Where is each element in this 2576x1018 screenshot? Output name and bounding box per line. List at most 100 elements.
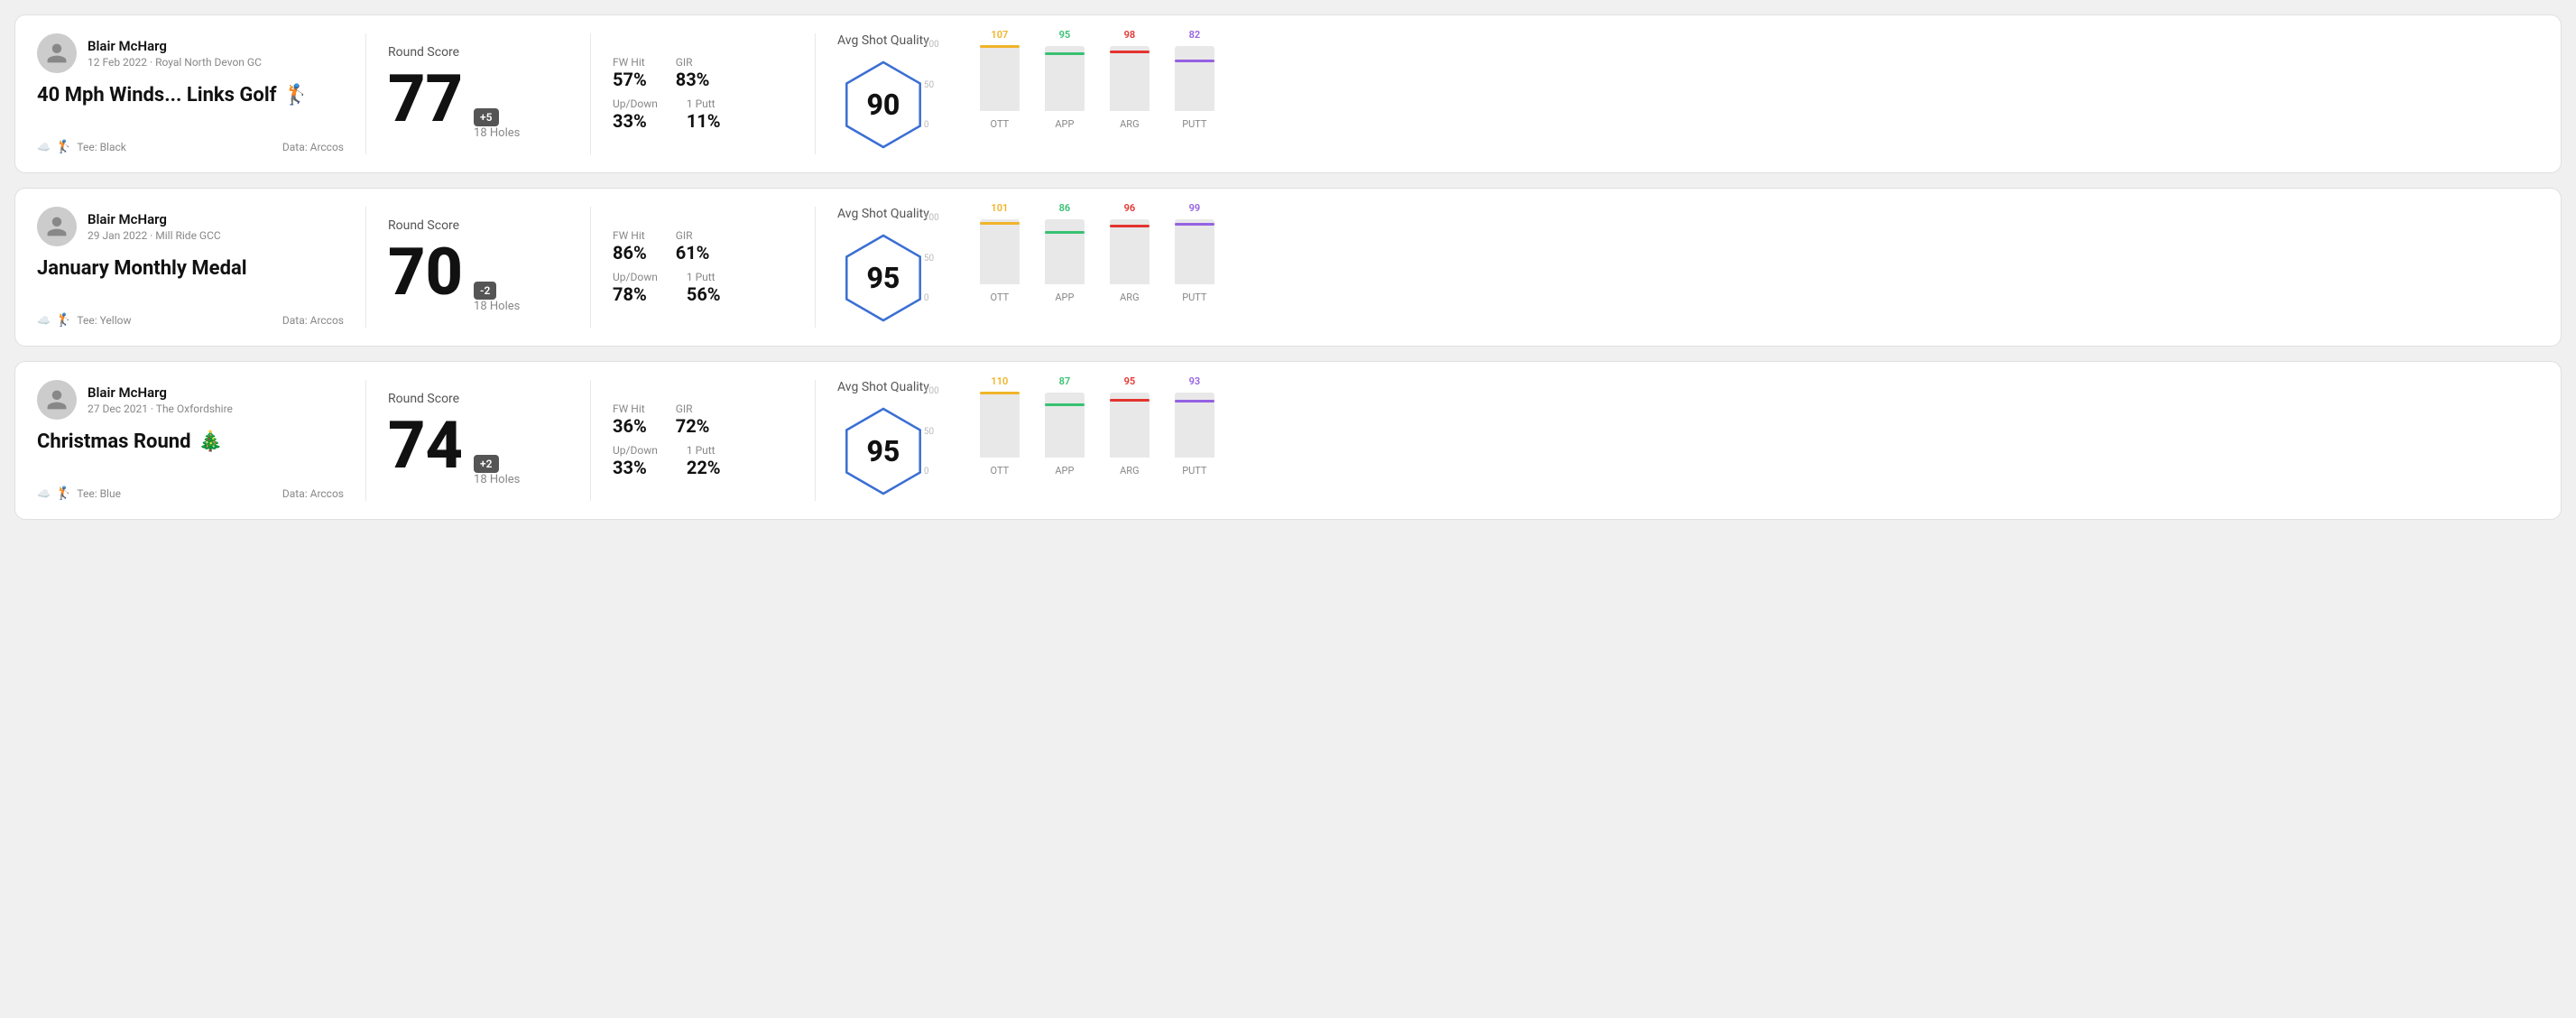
fw-hit-value: 86% — [613, 242, 647, 264]
stats-section: FW Hit 36% GIR 72% Up/Down 33% 1 Putt — [613, 380, 793, 501]
footer-info: ☁️ 🏌 Tee: Yellow Data: Arccos — [37, 313, 344, 328]
bar-label-putt: PUTT — [1182, 292, 1206, 303]
stat-oneputt: 1 Putt 56% — [687, 271, 721, 305]
divider-3 — [815, 380, 816, 501]
stats-row-1: FW Hit 57% GIR 83% — [613, 56, 793, 90]
quality-score: 95 — [866, 261, 900, 295]
score-section: Round Score 77 +5 18 Holes — [388, 33, 568, 154]
bar-value-ott: 107 — [991, 29, 1008, 41]
stat-gir: GIR 72% — [676, 403, 710, 437]
user-details: Blair McHarg 27 Dec 2021 · The Oxfordshi… — [88, 384, 233, 415]
stats-row-2: Up/Down 33% 1 Putt 22% — [613, 444, 793, 478]
divider-1 — [365, 207, 366, 328]
updown-label: Up/Down — [613, 97, 658, 110]
bar-value-ott: 110 — [991, 375, 1008, 387]
oneputt-label: 1 Putt — [687, 97, 721, 110]
bar-wrapper-ott — [980, 219, 1020, 284]
bar-wrapper-app — [1045, 393, 1085, 458]
quality-section: Avg Shot Quality 95 100 50 0 101 — [837, 207, 2539, 328]
round-title: 40 Mph Winds... Links Golf 🏌️ — [37, 84, 344, 106]
quality-label: Avg Shot Quality — [837, 207, 929, 221]
bar-wrapper-arg — [1110, 393, 1150, 458]
updown-value: 33% — [613, 457, 658, 478]
avatar-icon — [45, 388, 69, 412]
bag-icon: 🏌 — [56, 140, 71, 154]
user-info: Blair McHarg 27 Dec 2021 · The Oxfordshi… — [37, 380, 344, 420]
footer-info: ☁️ 🏌 Tee: Black Data: Arccos — [37, 140, 344, 154]
footer-info: ☁️ 🏌 Tee: Blue Data: Arccos — [37, 486, 344, 501]
bar-chart: 110 OTT 87 APP 95 — [980, 386, 2539, 495]
bar-value-arg: 96 — [1124, 202, 1136, 214]
bar-group-arg: 98 ARG — [1110, 29, 1150, 130]
bar-wrapper-putt — [1175, 393, 1214, 458]
round-card-1: Blair McHarg 12 Feb 2022 · Royal North D… — [14, 14, 2562, 173]
user-info: Blair McHarg 29 Jan 2022 · Mill Ride GCC — [37, 207, 344, 246]
quality-label: Avg Shot Quality — [837, 380, 929, 394]
score-label: Round Score — [388, 392, 568, 406]
fw-hit-label: FW Hit — [613, 229, 647, 242]
stats-section: FW Hit 86% GIR 61% Up/Down 78% 1 Putt — [613, 207, 793, 328]
stat-fw-hit: FW Hit 36% — [613, 403, 647, 437]
stat-updown: Up/Down 33% — [613, 444, 658, 478]
updown-label: Up/Down — [613, 444, 658, 457]
user-details: Blair McHarg 29 Jan 2022 · Mill Ride GCC — [88, 211, 221, 242]
round-title: Christmas Round 🎄 — [37, 430, 344, 453]
y-axis: 100 50 0 — [924, 386, 939, 477]
avatar-icon — [45, 215, 69, 238]
chart-container: 100 50 0 107 OTT 95 APP — [951, 40, 2539, 148]
score-holes: 18 Holes — [474, 300, 520, 313]
bag-icon: 🏌 — [56, 486, 71, 501]
avatar — [37, 207, 77, 246]
bar-wrapper-ott — [980, 46, 1020, 111]
fw-hit-label: FW Hit — [613, 56, 647, 69]
score-section: Round Score 70 -2 18 Holes — [388, 207, 568, 328]
oneputt-value: 11% — [687, 110, 721, 132]
title-emoji: 🏌️ — [284, 84, 309, 106]
updown-value: 33% — [613, 110, 658, 132]
weather-icon: ☁️ — [37, 141, 51, 153]
bag-icon: 🏌 — [56, 313, 71, 328]
bar-label-ott: OTT — [991, 292, 1010, 303]
divider-1 — [365, 380, 366, 501]
divider-3 — [815, 33, 816, 154]
quality-section: Avg Shot Quality 95 100 50 0 110 — [837, 380, 2539, 501]
bar-chart: 101 OTT 86 APP 96 — [980, 213, 2539, 321]
bar-group-app: 87 APP — [1045, 375, 1085, 477]
bar-label-putt: PUTT — [1182, 118, 1206, 130]
gir-value: 83% — [676, 69, 710, 90]
bar-chart: 107 OTT 95 APP 98 — [980, 40, 2539, 148]
score-number: 74 — [388, 413, 463, 478]
bar-group-putt: 93 PUTT — [1175, 375, 1214, 477]
score-label: Round Score — [388, 45, 568, 60]
bar-value-putt: 82 — [1189, 29, 1201, 41]
bar-value-ott: 101 — [991, 202, 1008, 214]
quality-label: Avg Shot Quality — [837, 33, 929, 48]
bar-group-arg: 95 ARG — [1110, 375, 1150, 477]
bar-wrapper-putt — [1175, 46, 1214, 111]
bar-label-app: APP — [1055, 118, 1074, 130]
updown-label: Up/Down — [613, 271, 658, 283]
round-title: January Monthly Medal — [37, 257, 344, 280]
bar-value-arg: 98 — [1124, 29, 1136, 41]
oneputt-label: 1 Putt — [687, 444, 721, 457]
bar-group-putt: 82 PUTT — [1175, 29, 1214, 130]
chart-area: 100 50 0 110 OTT 87 APP — [951, 386, 2539, 495]
tee-text: Tee: Blue — [77, 487, 121, 500]
bar-group-app: 95 APP — [1045, 29, 1085, 130]
stats-row-1: FW Hit 86% GIR 61% — [613, 229, 793, 264]
tee-info: ☁️ 🏌 Tee: Black — [37, 140, 126, 154]
divider-1 — [365, 33, 366, 154]
score-row: 74 +2 18 Holes — [388, 413, 568, 486]
user-date: 29 Jan 2022 · Mill Ride GCC — [88, 229, 221, 242]
user-date: 27 Dec 2021 · The Oxfordshire — [88, 403, 233, 415]
title-emoji: 🎄 — [199, 430, 223, 453]
bar-label-ott: OTT — [991, 118, 1010, 130]
bar-wrapper-app — [1045, 219, 1085, 284]
score-badge-container: +5 18 Holes — [474, 107, 520, 140]
score-badge-container: -2 18 Holes — [474, 281, 520, 313]
chart-area: 100 50 0 101 OTT 86 APP — [951, 213, 2539, 321]
updown-value: 78% — [613, 283, 658, 305]
chart-area: 100 50 0 107 OTT 95 APP — [951, 40, 2539, 148]
stat-fw-hit: FW Hit 57% — [613, 56, 647, 90]
stat-oneputt: 1 Putt 11% — [687, 97, 721, 132]
